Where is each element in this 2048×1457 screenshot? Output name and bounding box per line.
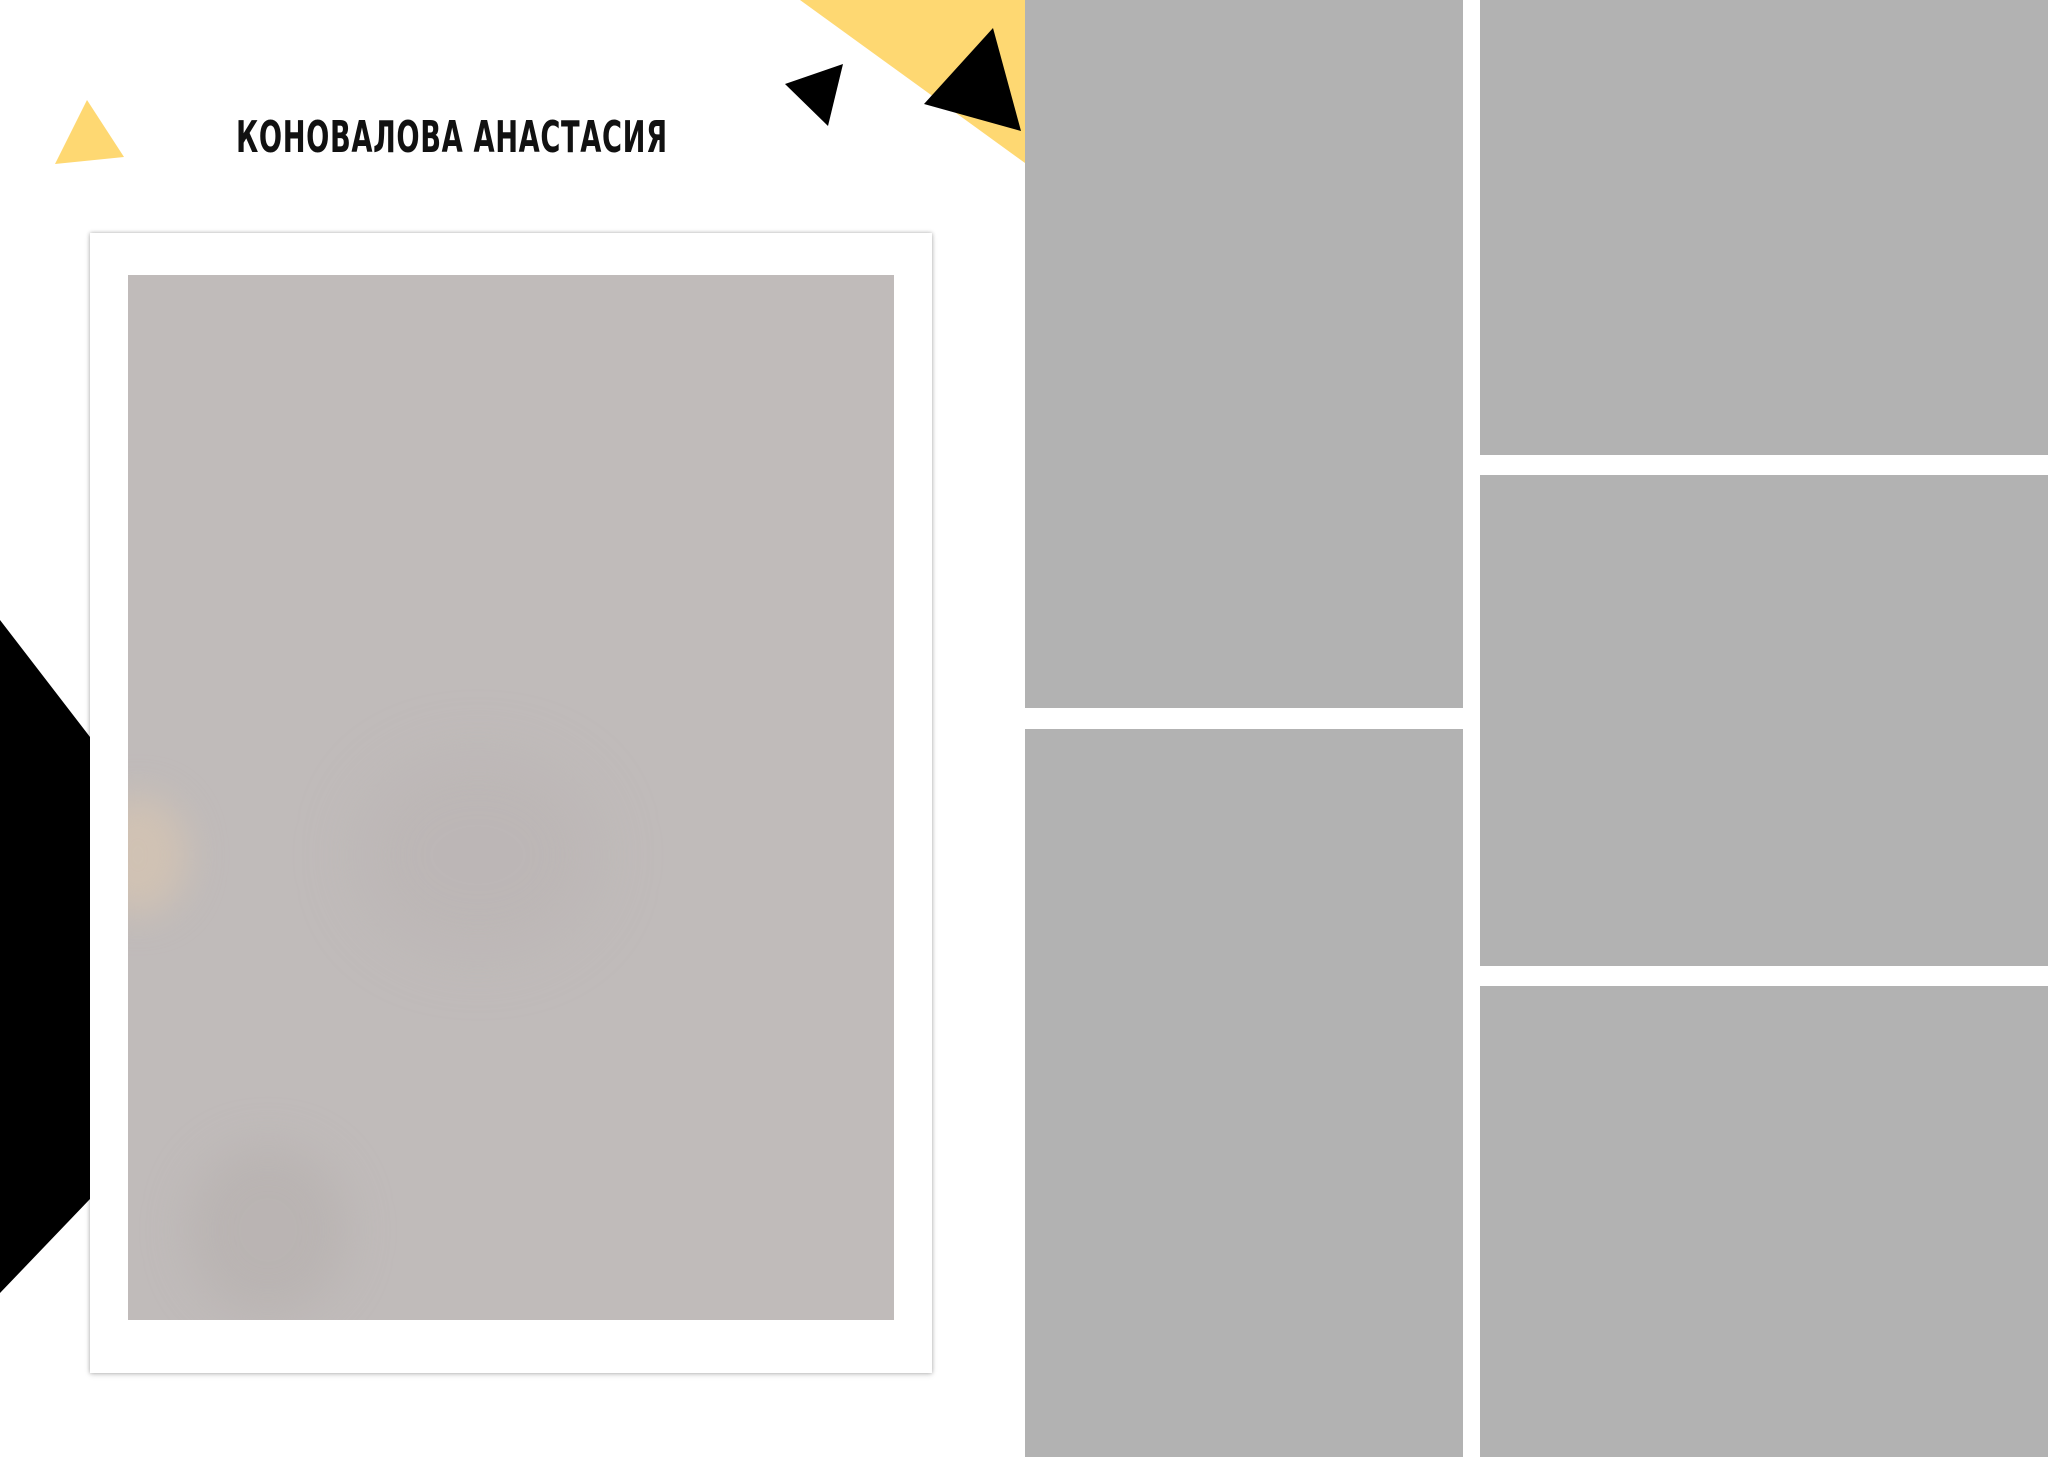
black-left-shape [0, 620, 90, 1293]
photo-blur-left [128, 795, 188, 915]
main-photo-frame [90, 233, 932, 1373]
photo-placeholder-5 [1480, 986, 2048, 1457]
photo-blur-center [358, 755, 598, 955]
photo-placeholder-3 [1480, 0, 2048, 455]
black-triangle-small [785, 64, 843, 126]
photo-placeholder-1 [1025, 0, 1463, 708]
main-photo [128, 275, 894, 1320]
album-page: КОНОВАЛОВА АНАСТАСИЯ [0, 0, 2048, 1457]
yellow-small-triangle [55, 100, 124, 164]
page-title: КОНОВАЛОВА АНАСТАСИЯ [236, 112, 668, 163]
photo-placeholder-4 [1480, 475, 2048, 966]
photo-blur-bottom [188, 1145, 348, 1315]
photo-placeholder-2 [1025, 729, 1463, 1457]
